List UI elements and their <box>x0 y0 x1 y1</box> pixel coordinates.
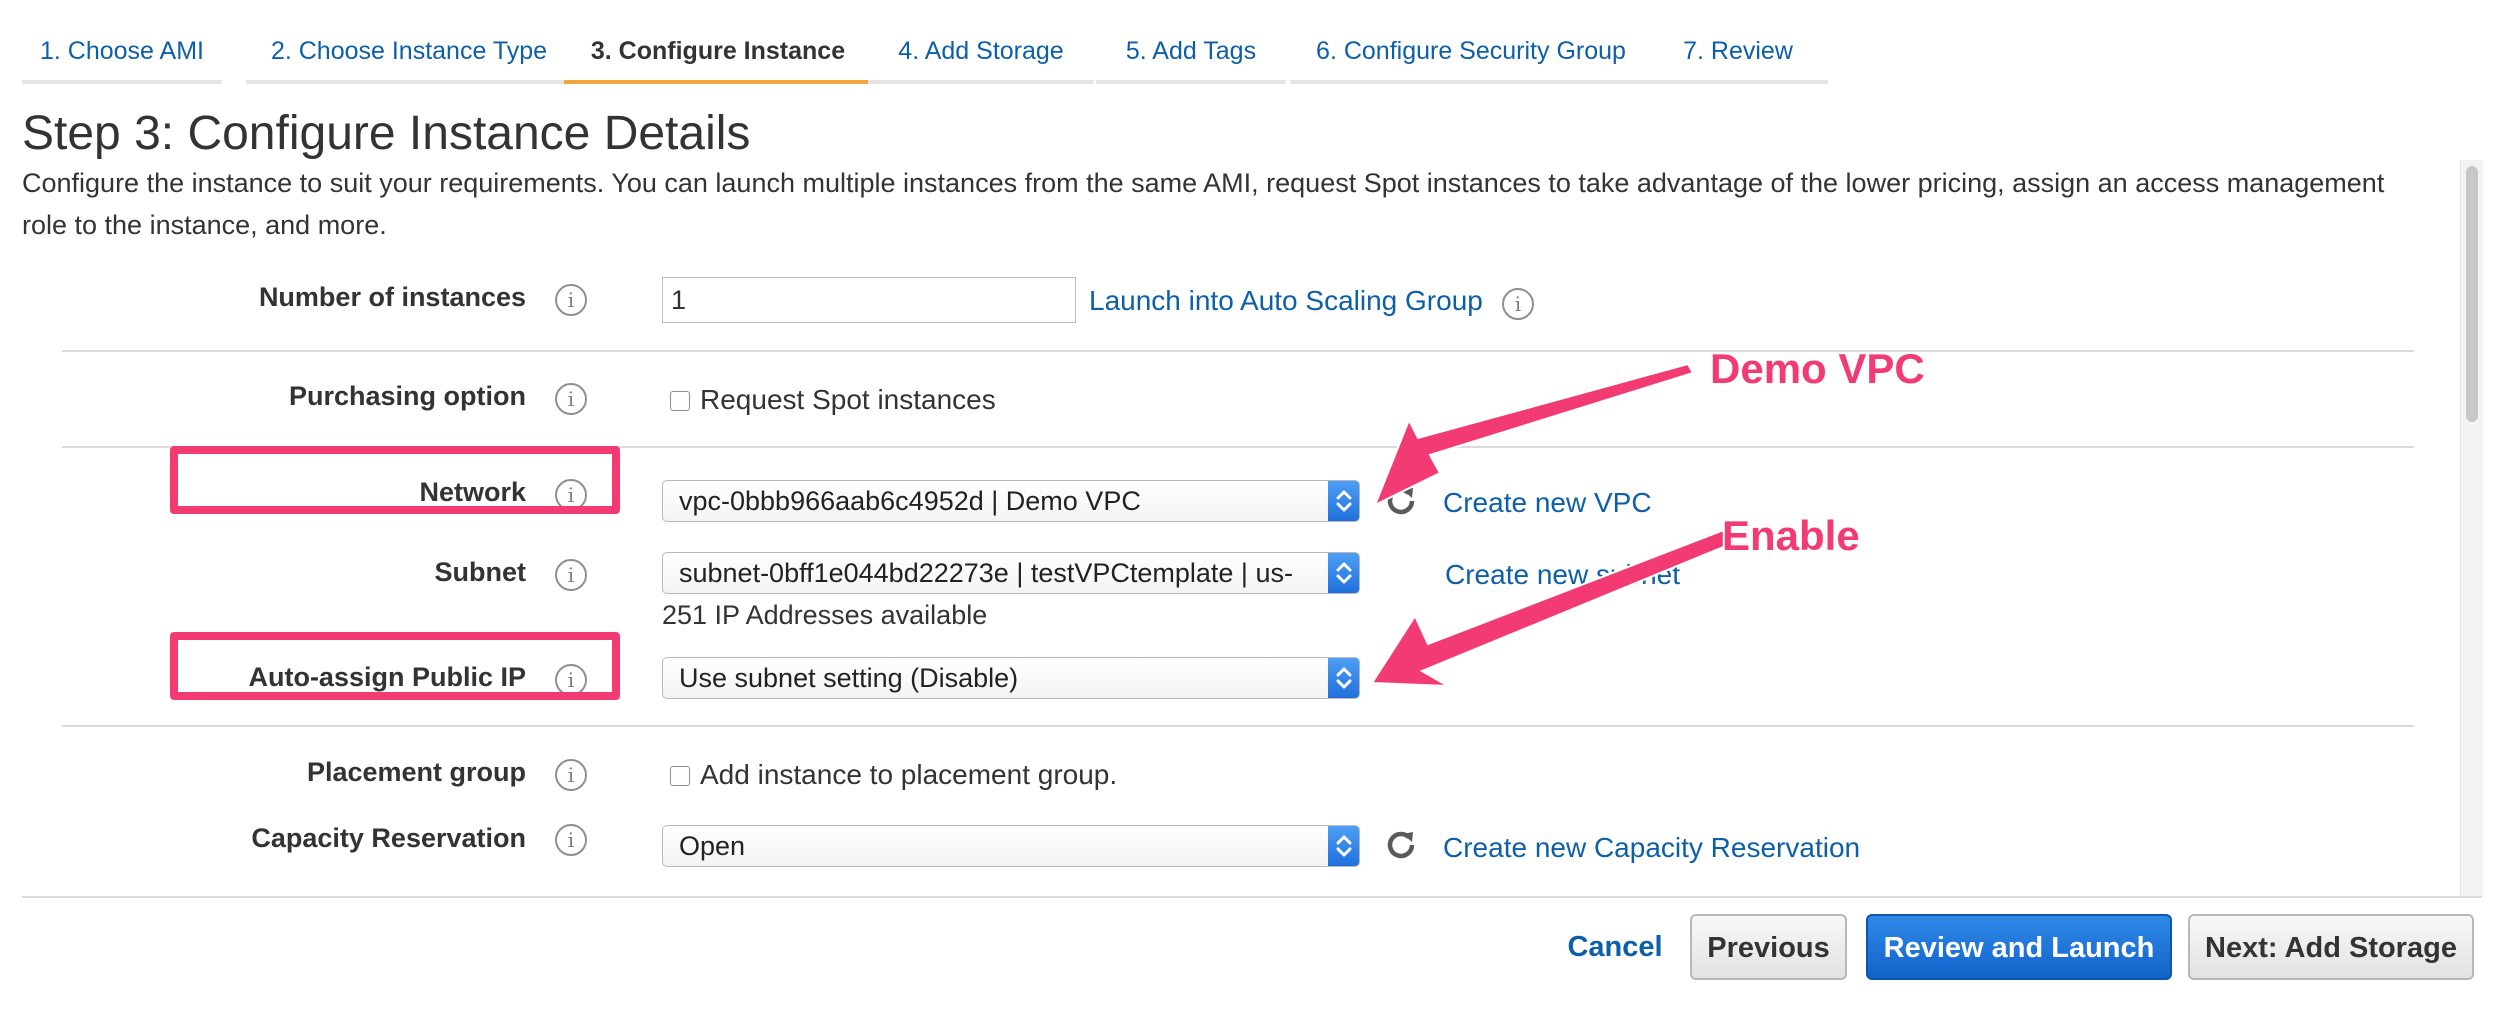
enable-callout: Enable <box>1722 512 1860 559</box>
arrow-to-network <box>1373 362 1695 508</box>
cancel-button[interactable]: Cancel <box>1560 914 1670 980</box>
demo-vpc-callout: Demo VPC <box>1710 345 1925 392</box>
annotation-arrows <box>1370 362 1735 687</box>
previous-button[interactable]: Previous <box>1690 914 1847 980</box>
footer-divider <box>22 896 2482 898</box>
next-add-storage-button[interactable]: Next: Add Storage <box>2188 914 2474 980</box>
arrow-to-auto-assign <box>1370 528 1735 687</box>
configure-instance-page: 1. Choose AMI 2. Choose Instance Type 3.… <box>0 0 2510 1010</box>
review-and-launch-button[interactable]: Review and Launch <box>1866 914 2172 980</box>
